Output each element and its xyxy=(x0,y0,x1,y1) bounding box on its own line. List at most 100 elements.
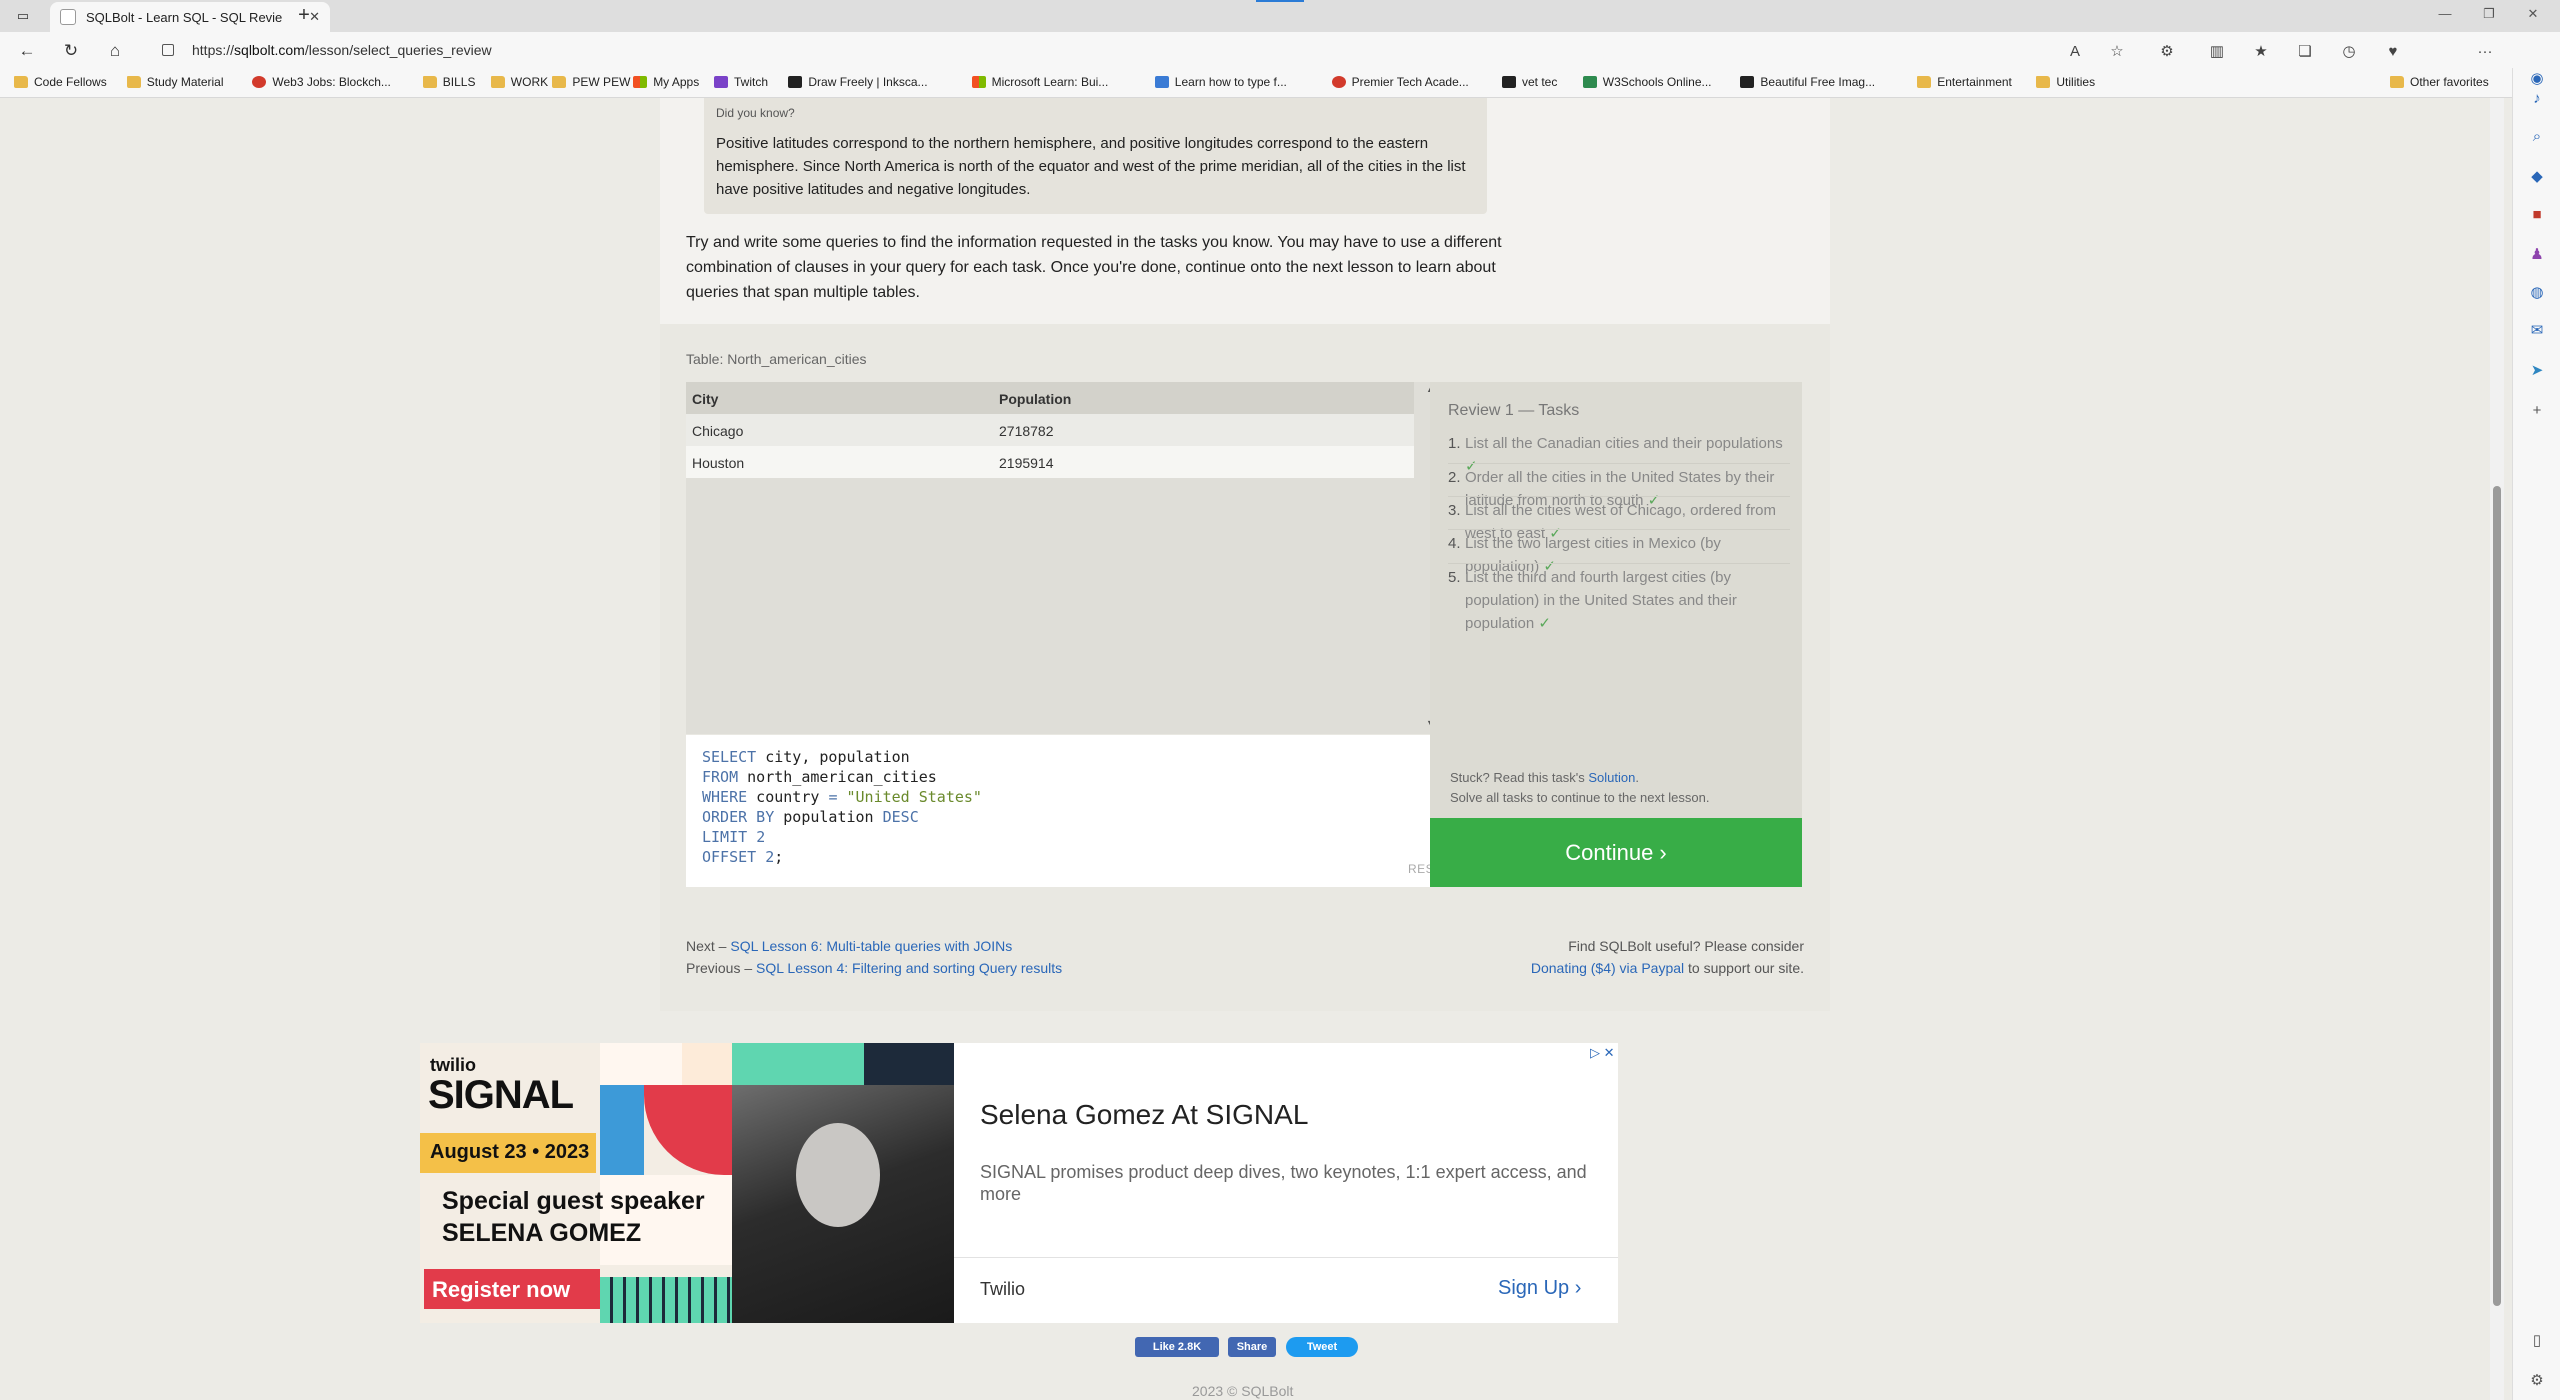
bookmark-item[interactable]: Premier Tech Acade... xyxy=(1331,75,1469,89)
did-you-know-title: Did you know? xyxy=(716,106,795,120)
ad-title[interactable]: Selena Gomez At SIGNAL xyxy=(980,1099,1308,1131)
shopping-icon[interactable]: ◆ xyxy=(2527,166,2547,186)
checkmark-icon: ✓ xyxy=(1538,615,1551,632)
favorite-star-icon[interactable]: ☆ xyxy=(2106,40,2128,62)
bookmark-label: Premier Tech Acade... xyxy=(1351,75,1469,89)
outlook-icon[interactable]: ✉ xyxy=(2527,320,2547,340)
task-separator xyxy=(1448,529,1790,530)
code-token: LIMIT xyxy=(702,828,748,846)
active-tab[interactable]: SQLBolt - Learn SQL - SQL Revie ✕ xyxy=(50,2,330,32)
office-icon[interactable]: ◍ xyxy=(2527,282,2547,302)
solution-link[interactable]: Solution xyxy=(1588,770,1635,785)
bookmark-item[interactable]: Utilities xyxy=(2036,75,2095,89)
bookmark-item[interactable]: WORK xyxy=(490,75,548,89)
code-token: ORDER BY xyxy=(702,808,775,826)
bookmark-label: Study Material xyxy=(146,75,224,89)
bookmark-item[interactable]: PEW PEW xyxy=(552,75,630,89)
edge-sidebar: ◉ ♪ ⌕ ◆ ■ ♟ ◍ ✉ ➤ + ▯ ⚙ xyxy=(2512,68,2560,1400)
tasks-panel: Review 1 — Tasks 1. List all the Canadian… xyxy=(1430,382,1802,818)
add-sidebar-app-icon[interactable]: + xyxy=(2527,400,2547,420)
folder-icon xyxy=(126,76,141,88)
ad-signup-link[interactable]: Sign Up › xyxy=(1498,1277,1581,1300)
folder-icon xyxy=(552,76,567,88)
next-lesson-link[interactable]: SQL Lesson 6: Multi-table queries with J… xyxy=(730,938,1012,954)
tools-icon[interactable]: ■ xyxy=(2527,204,2547,224)
new-tab-button[interactable]: + xyxy=(292,4,316,27)
solve-all-text: Solve all tasks to continue to the next … xyxy=(1450,790,1710,805)
bookmark-item[interactable]: BILLS xyxy=(422,75,476,89)
home-icon[interactable]: ⌂ xyxy=(104,40,126,62)
games-icon[interactable]: ♟ xyxy=(2527,244,2547,264)
task-number: 4. xyxy=(1448,535,1461,552)
refresh-icon[interactable]: ↻ xyxy=(60,40,82,62)
cell-city: Chicago xyxy=(692,423,744,439)
bookmark-item[interactable]: Code Fellows xyxy=(14,75,107,89)
bookmark-item[interactable]: Draw Freely | Inksca... xyxy=(788,75,928,89)
copilot-icon[interactable]: ◉ xyxy=(2527,68,2547,88)
sidebar-settings-gear-icon[interactable]: ⚙ xyxy=(2527,1370,2547,1390)
results-table[interactable]: City Population Chicago 2718782 Houston … xyxy=(686,382,1442,734)
bookmark-item[interactable]: Web3 Jobs: Blockch... xyxy=(252,75,391,89)
ad-portrait-photo xyxy=(732,1085,954,1323)
favorites-icon[interactable]: ★ xyxy=(2250,40,2272,62)
sql-editor[interactable]: SELECT city, population FROM north_americ… xyxy=(686,735,1450,887)
page-scrollbar[interactable] xyxy=(2490,98,2504,1400)
split-screen-icon[interactable]: ▥ xyxy=(2206,40,2228,62)
bookmark-item[interactable]: Twitch xyxy=(714,75,768,89)
ad-register-button[interactable]: Register now xyxy=(424,1269,600,1309)
donate-link[interactable]: Donating ($4) via Paypal xyxy=(1531,960,1684,976)
code-token: FROM xyxy=(702,768,739,786)
bookmark-item[interactable]: vet tec xyxy=(1502,75,1557,89)
bookmark-label: W3Schools Online... xyxy=(1602,75,1712,89)
extensions-icon[interactable]: ⚙ xyxy=(2156,40,2178,62)
bookmark-item[interactable]: Entertainment xyxy=(1917,75,2012,89)
tab-title: SQLBolt - Learn SQL - SQL Revie xyxy=(86,9,283,25)
bookmark-label: vet tec xyxy=(1522,75,1558,89)
ad-banner-image[interactable]: twilio SIGNAL August 23 • 2023 Special g… xyxy=(420,1043,954,1323)
task-number: 1. xyxy=(1448,435,1461,452)
bookmark-item[interactable]: Study Material xyxy=(126,75,224,89)
search-icon[interactable]: ⌕ xyxy=(2527,126,2547,146)
read-aloud-icon[interactable]: A xyxy=(2064,40,2086,62)
did-you-know-text: Positive latitudes correspond to the nor… xyxy=(716,135,1466,198)
ad-choices-icon[interactable]: ▷ ✕ xyxy=(1590,1045,1615,1061)
hide-sidebar-icon[interactable]: ▯ xyxy=(2527,1330,2547,1350)
previous-prefix: Previous – xyxy=(686,960,757,976)
bookmark-item[interactable]: W3Schools Online... xyxy=(1582,75,1712,89)
back-arrow-icon[interactable]: ← xyxy=(16,40,38,62)
ad-date: August 23 • 2023 xyxy=(420,1133,596,1173)
minimize-icon[interactable]: — xyxy=(2430,6,2460,21)
address-bar[interactable]: https://sqlbolt.com/lesson/select_querie… xyxy=(192,42,492,58)
site-favicon-icon xyxy=(633,76,648,88)
send-icon[interactable]: ➤ xyxy=(2527,360,2547,380)
bookmark-label: Code Fellows xyxy=(34,75,107,89)
bookmark-item[interactable]: My Apps xyxy=(633,75,699,89)
browser-essentials-icon[interactable]: ♥ xyxy=(2382,40,2404,62)
close-window-icon[interactable]: ✕ xyxy=(2518,6,2548,22)
notifications-icon[interactable]: ♪ xyxy=(2527,88,2547,108)
sql-code[interactable]: SELECT city, population FROM north_americ… xyxy=(702,747,982,867)
bookmark-label: Draw Freely | Inksca... xyxy=(808,75,928,89)
scrollbar-thumb[interactable] xyxy=(2493,486,2501,1306)
lock-icon[interactable] xyxy=(162,44,174,56)
code-line: FROM north_american_cities xyxy=(702,767,982,787)
facebook-share-button[interactable]: Share xyxy=(1228,1337,1276,1357)
continue-button[interactable]: Continue › xyxy=(1430,818,1802,887)
exercise-area: Table: North_american_cities City Popula… xyxy=(660,324,1830,1011)
url-path: /lesson/select_queries_review xyxy=(304,42,492,58)
facebook-like-button[interactable]: Like 2.8K xyxy=(1135,1337,1219,1357)
tweet-button[interactable]: Tweet xyxy=(1286,1337,1358,1357)
bookmark-item[interactable]: Learn how to type f... xyxy=(1154,75,1287,89)
advertisement[interactable]: twilio SIGNAL August 23 • 2023 Special g… xyxy=(420,1043,1618,1323)
other-favorites[interactable]: Other favorites xyxy=(2390,75,2489,89)
previous-lesson-link[interactable]: SQL Lesson 4: Filtering and sorting Quer… xyxy=(756,960,1062,976)
history-icon[interactable]: ◷ xyxy=(2338,40,2360,62)
bookmark-item[interactable]: Microsoft Learn: Bui... xyxy=(971,75,1108,89)
tab-actions-icon[interactable]: ▭ xyxy=(12,6,34,26)
restore-icon[interactable]: ❐ xyxy=(2474,6,2504,22)
bookmark-item[interactable]: Beautiful Free Imag... xyxy=(1740,75,1875,89)
more-options-icon[interactable]: ··· xyxy=(2474,40,2496,62)
ad-brand: Twilio xyxy=(980,1279,1026,1299)
collections-icon[interactable]: ❏ xyxy=(2294,40,2316,62)
